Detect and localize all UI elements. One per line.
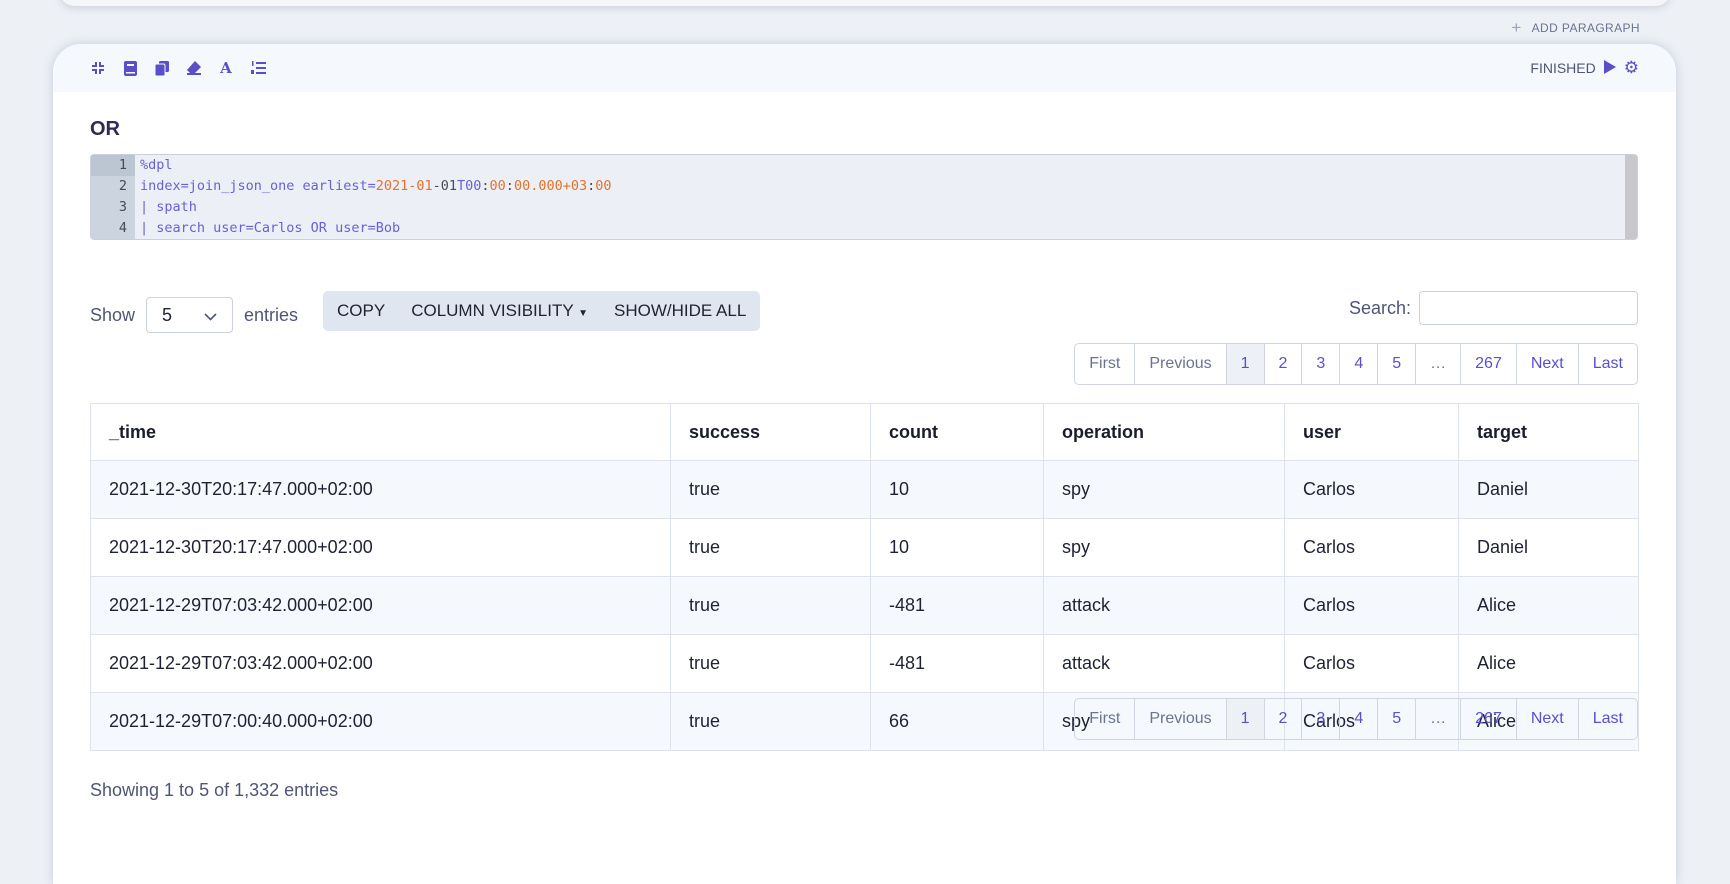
pagination-previous[interactable]: Previous — [1134, 344, 1225, 384]
pagination-4[interactable]: 4 — [1339, 699, 1377, 739]
code-editor[interactable]: 1 %dpl 2 index=join_json_one earliest=2021… — [90, 154, 1638, 240]
editor-scrollbar[interactable] — [1625, 155, 1637, 239]
pagination-3[interactable]: 3 — [1301, 699, 1339, 739]
table-row: 2021-12-30T20:17:47.000+02:00 true 10 spy Ca… — [90, 518, 1639, 577]
cell-time: 2021-12-30T20:17:47.000+02:00 — [90, 460, 671, 519]
cell-count: -481 — [870, 576, 1044, 635]
entries-select[interactable]: 5 — [146, 297, 234, 333]
cell-success: true — [670, 460, 871, 519]
collapse-icon[interactable] — [90, 60, 106, 76]
pagination-3[interactable]: 3 — [1301, 344, 1339, 384]
add-paragraph-button[interactable]: + ADD PARAGRAPH — [1511, 18, 1640, 38]
plus-icon: + — [1511, 18, 1522, 37]
column-header-user[interactable]: user — [1284, 403, 1459, 461]
pagination-267[interactable]: 267 — [1460, 344, 1516, 384]
cell-time: 2021-12-29T07:00:40.000+02:00 — [90, 692, 671, 751]
cell-success: true — [670, 576, 871, 635]
pagination-5[interactable]: 5 — [1377, 699, 1415, 739]
paragraph-title: OR — [90, 118, 120, 140]
cell-operation: attack — [1043, 634, 1285, 693]
column-header-time[interactable]: _time — [90, 403, 671, 461]
pagination-bottom: First Previous 1 2 3 4 5… 267 Next Last — [1074, 698, 1638, 740]
column-header-target[interactable]: target — [1458, 403, 1639, 461]
code-line: index=join_json_one earliest=2021-01-01T… — [140, 178, 612, 194]
pagination-next[interactable]: Next — [1515, 344, 1578, 384]
code-line: %dpl — [140, 157, 173, 173]
cell-user: Carlos — [1284, 460, 1459, 519]
cell-user: Carlos — [1284, 576, 1459, 635]
pagination-ellipsis: … — [1415, 344, 1460, 384]
cell-count: -481 — [870, 634, 1044, 693]
pagination-first[interactable]: First — [1075, 699, 1134, 739]
cell-target: Alice — [1458, 634, 1639, 693]
search-control: Search: — [1349, 291, 1638, 325]
eraser-icon[interactable] — [186, 60, 202, 76]
cell-count: 10 — [870, 518, 1044, 577]
table-row: 2021-12-29T07:03:42.000+02:00 true -481 att… — [90, 634, 1639, 693]
cell-success: true — [670, 634, 871, 693]
paragraph-card: A FINISHED ⚙ OR 1 %dpl 2 index=join_json_o… — [53, 44, 1676, 884]
list-ordered-icon[interactable] — [250, 60, 266, 76]
cell-operation: spy — [1043, 460, 1285, 519]
cell-success: true — [670, 692, 871, 751]
font-icon[interactable]: A — [218, 59, 234, 77]
table-row: 2021-12-29T07:03:42.000+02:00 true -481 att… — [90, 576, 1639, 635]
pagination-2[interactable]: 2 — [1263, 344, 1302, 384]
show-hide-all-button[interactable]: SHOW/HIDE ALL — [614, 301, 746, 321]
cell-target: Daniel — [1458, 460, 1639, 519]
cell-time: 2021-12-30T20:17:47.000+02:00 — [90, 518, 671, 577]
column-header-count[interactable]: count — [870, 403, 1044, 461]
status-label: FINISHED — [1530, 60, 1596, 76]
cell-operation: attack — [1043, 576, 1285, 635]
table-row: 2021-12-30T20:17:47.000+02:00 true 10 spy Ca… — [90, 460, 1639, 519]
pagination-first[interactable]: First — [1075, 344, 1134, 384]
copy-button[interactable]: COPY — [337, 301, 385, 321]
pagination-last[interactable]: Last — [1577, 344, 1637, 384]
pagination-last[interactable]: Last — [1577, 699, 1637, 739]
cell-target: Daniel — [1458, 518, 1639, 577]
book-icon[interactable] — [122, 60, 138, 76]
pagination-5[interactable]: 5 — [1377, 344, 1415, 384]
pagination-267[interactable]: 267 — [1460, 699, 1516, 739]
cell-count: 66 — [870, 692, 1044, 751]
gear-icon[interactable]: ⚙ — [1624, 58, 1639, 78]
pagination-1[interactable]: 1 — [1225, 699, 1264, 739]
code-line: | spath — [140, 199, 197, 215]
search-input[interactable] — [1419, 291, 1638, 325]
pagination-2[interactable]: 2 — [1263, 699, 1302, 739]
pagination-next[interactable]: Next — [1515, 699, 1578, 739]
pagination-4[interactable]: 4 — [1339, 344, 1377, 384]
table-buttons: COPY COLUMN VISIBILITY ▼ SHOW/HIDE ALL — [323, 291, 761, 331]
copy-icon[interactable] — [154, 60, 170, 76]
pagination-top: First Previous 1 2 3 4 5… 267 Next Last — [1074, 343, 1638, 385]
cell-target: Alice — [1458, 576, 1639, 635]
code-line: | search user=Carlos OR user=Bob — [140, 220, 401, 236]
column-header-operation[interactable]: operation — [1043, 403, 1285, 461]
cell-time: 2021-12-29T07:03:42.000+02:00 — [90, 634, 671, 693]
cell-success: true — [670, 518, 871, 577]
column-header-success[interactable]: success — [670, 403, 871, 461]
page-length-control: Show 5 entries — [90, 297, 298, 333]
cell-time: 2021-12-29T07:03:42.000+02:00 — [90, 576, 671, 635]
cell-user: Carlos — [1284, 518, 1459, 577]
caret-down-icon: ▼ — [578, 308, 589, 319]
pagination-ellipsis: … — [1415, 699, 1460, 739]
cell-operation: spy — [1043, 518, 1285, 577]
column-visibility-button[interactable]: COLUMN VISIBILITY ▼ — [411, 301, 588, 321]
cell-user: Carlos — [1284, 634, 1459, 693]
run-icon[interactable] — [1603, 59, 1616, 77]
cell-count: 10 — [870, 460, 1044, 519]
paragraph-toolbar: A FINISHED ⚙ — [53, 44, 1676, 92]
pagination-previous[interactable]: Previous — [1134, 699, 1225, 739]
pagination-1[interactable]: 1 — [1225, 344, 1264, 384]
table-info: Showing 1 to 5 of 1,332 entries — [90, 780, 339, 800]
chevron-down-icon — [204, 305, 217, 326]
previous-paragraph-edge — [60, 0, 1670, 6]
